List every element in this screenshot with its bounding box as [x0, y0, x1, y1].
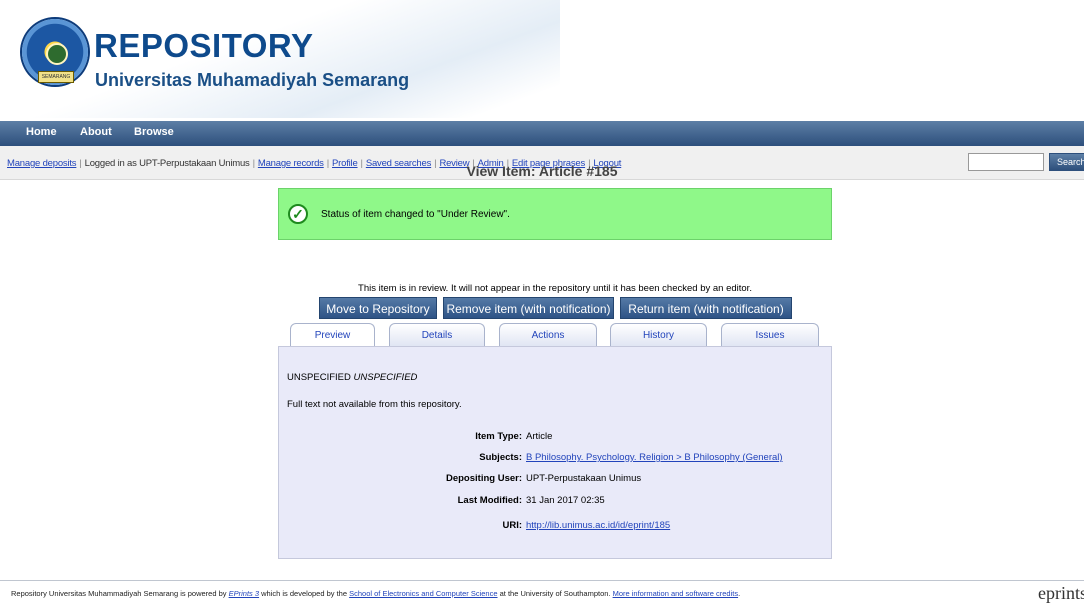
field-value: 31 Jan 2017 02:35: [526, 495, 605, 506]
nav-browse[interactable]: Browse: [134, 126, 174, 138]
nav-home[interactable]: Home: [26, 126, 57, 138]
status-message: ✓ Status of item changed to "Under Revie…: [278, 188, 832, 240]
eprints-logo[interactable]: eprints: [1038, 583, 1084, 604]
preview-panel: UNSPECIFIED UNSPECIFIED Full text not av…: [278, 346, 832, 559]
uri-link[interactable]: http://lib.unimus.ac.id/id/eprint/185: [526, 520, 670, 531]
site-subtitle: Universitas Muhamadiyah Semarang: [95, 70, 410, 90]
footer-divider: [0, 580, 1084, 581]
eprints-link[interactable]: EPrints 3: [229, 589, 259, 598]
seal-center: [46, 43, 68, 65]
main-nav: Home About Browse: [0, 121, 1084, 146]
field-value: Article: [526, 431, 553, 442]
footer-text-part: .: [738, 589, 741, 598]
author-name: UNSPECIFIED: [287, 372, 351, 383]
status-message-text: Status of item changed to "Under Review"…: [321, 209, 510, 220]
ecs-link[interactable]: School of Electronics and Computer Scien…: [349, 589, 497, 598]
university-seal-logo[interactable]: SEMARANG: [22, 19, 88, 85]
footer-text-part: which is developed by the: [259, 589, 350, 598]
subject-link[interactable]: B Philosophy. Psychology. Religion > B P…: [526, 452, 783, 463]
credits-link[interactable]: More information and software credits: [613, 589, 738, 598]
move-to-repository-button[interactable]: Move to Repository: [319, 297, 437, 319]
tab-actions[interactable]: Actions: [499, 323, 597, 347]
site-header: SEMARANG REPOSITORY Universitas Muhamadi…: [0, 0, 1084, 118]
field-label: Depositing User:: [445, 473, 522, 484]
tab-details[interactable]: Details: [389, 323, 485, 347]
item-author: UNSPECIFIED UNSPECIFIED: [287, 372, 417, 383]
fulltext-note: Full text not available from this reposi…: [287, 399, 462, 410]
field-label: Subjects:: [479, 452, 522, 463]
seal-ribbon: SEMARANG: [38, 71, 74, 83]
nav-about[interactable]: About: [80, 126, 112, 138]
review-note: This item is in review. It will not appe…: [358, 283, 752, 294]
return-item-button[interactable]: Return item (with notification): [620, 297, 792, 319]
tab-preview[interactable]: Preview: [290, 323, 375, 348]
tab-history[interactable]: History: [610, 323, 707, 347]
check-circle-icon: ✓: [288, 204, 308, 224]
footer-text-part: Repository Universitas Muhammadiyah Sema…: [11, 589, 229, 598]
footer-text: Repository Universitas Muhammadiyah Sema…: [11, 589, 740, 598]
field-value: UPT-Perpustakaan Unimus: [526, 473, 642, 484]
tab-issues[interactable]: Issues: [721, 323, 819, 347]
site-title[interactable]: REPOSITORY: [94, 28, 314, 64]
footer-text-part: at the University of Southampton.: [497, 589, 613, 598]
author-title: UNSPECIFIED: [353, 372, 418, 383]
page-title: View Item: Article #185: [466, 163, 618, 179]
field-label: Item Type:: [475, 431, 522, 442]
field-label: URI:: [502, 520, 522, 531]
remove-item-button[interactable]: Remove item (with notification): [443, 297, 614, 319]
field-label: Last Modified:: [457, 495, 522, 506]
